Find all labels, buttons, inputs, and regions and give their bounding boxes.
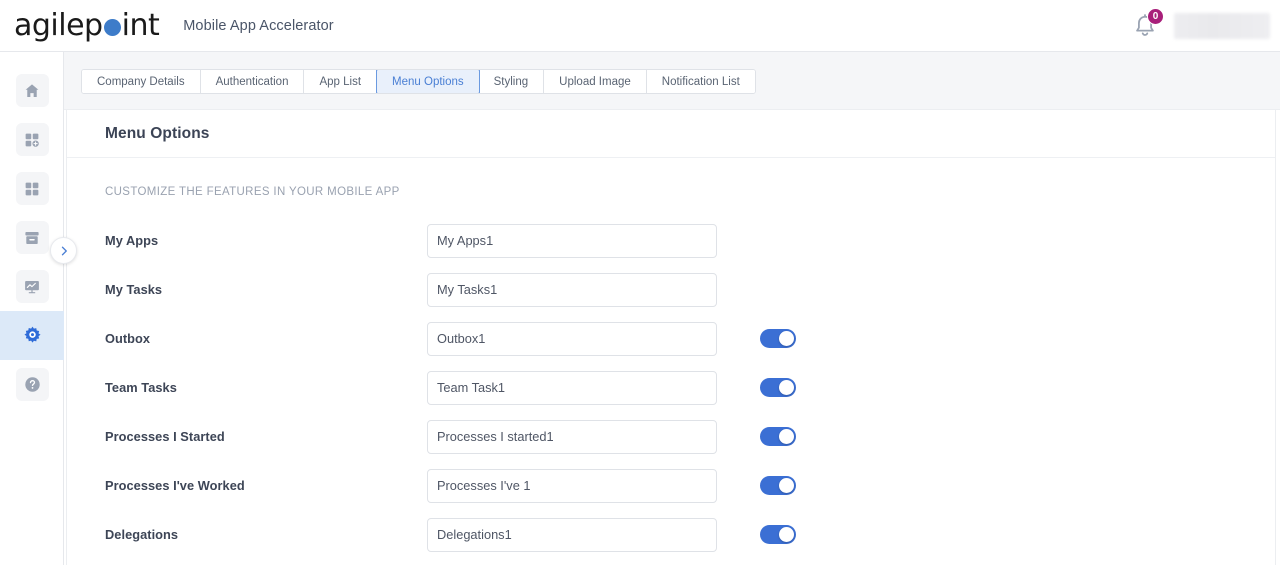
sidebar-expand-button[interactable]	[50, 237, 77, 264]
toggle-knob	[779, 478, 794, 493]
processes-i-started-toggle[interactable]	[760, 427, 796, 446]
processes-ive-worked-input[interactable]	[427, 468, 717, 503]
sidebar-item-help[interactable]	[0, 360, 64, 409]
processes-ive-worked-toggle[interactable]	[760, 476, 796, 495]
content-card: Menu Options CUSTOMIZE THE FEATURES IN Y…	[66, 110, 1276, 565]
archive-icon	[15, 221, 49, 254]
help-icon	[15, 368, 49, 401]
menu-option-row-processes-ive-worked: Processes I've Worked	[67, 461, 1275, 510]
section-caption: CUSTOMIZE THE FEATURES IN YOUR MOBILE AP…	[105, 186, 400, 198]
tab-company-details[interactable]: Company Details	[82, 70, 201, 93]
menu-options-list: My Apps My Tasks Outbox Team Tasks	[67, 198, 1275, 559]
toggle-slot	[760, 280, 806, 299]
sidebar-item-analytics[interactable]	[0, 262, 64, 311]
outbox-toggle[interactable]	[760, 329, 796, 348]
my-apps-input[interactable]	[427, 223, 717, 258]
row-label: My Apps	[105, 233, 159, 248]
row-label: Team Tasks	[105, 380, 177, 395]
card-header: Menu Options	[67, 110, 1275, 158]
sidebar-item-add-app[interactable]	[0, 115, 64, 164]
tab-menu-options[interactable]: Menu Options	[376, 70, 480, 93]
top-bar: agilep int Mobile App Accelerator 0	[0, 0, 1280, 52]
app-logo[interactable]: agilep int	[14, 7, 160, 43]
my-tasks-input[interactable]	[427, 272, 717, 307]
row-label: Delegations	[105, 527, 179, 542]
tab-styling[interactable]: Styling	[478, 70, 545, 93]
tab-authentication[interactable]: Authentication	[200, 70, 305, 93]
tab-app-list[interactable]: App List	[304, 70, 378, 93]
team-tasks-toggle[interactable]	[760, 378, 796, 397]
logo-text-part1: agilep	[14, 7, 103, 43]
toggle-slot	[760, 329, 806, 348]
menu-option-row-team-tasks: Team Tasks	[67, 363, 1275, 412]
apps-grid-icon	[15, 172, 49, 205]
tab-bar: Company Details Authentication App List …	[81, 69, 756, 94]
row-label: Processes I've Worked	[105, 478, 245, 493]
tab-notification-list[interactable]: Notification List	[646, 70, 755, 93]
team-tasks-input[interactable]	[427, 370, 717, 405]
home-icon	[15, 74, 49, 107]
row-label: Processes I Started	[105, 429, 225, 444]
chevron-right-icon	[61, 246, 67, 255]
logo-text-part2: int	[121, 7, 160, 43]
delegations-toggle[interactable]	[760, 525, 796, 544]
row-label: My Tasks	[105, 282, 163, 297]
sidebar-item-settings[interactable]	[0, 311, 64, 360]
app-title: Mobile App Accelerator	[183, 17, 334, 34]
toggle-slot	[760, 231, 806, 250]
toggle-slot	[760, 476, 806, 495]
notifications-button[interactable]: 0	[1128, 7, 1164, 43]
delegations-input[interactable]	[427, 517, 717, 552]
notification-count-badge: 0	[1147, 7, 1164, 25]
row-label: Outbox	[105, 331, 151, 346]
outbox-input[interactable]	[427, 321, 717, 356]
tab-upload-image[interactable]: Upload Image	[544, 70, 647, 93]
toggle-knob	[779, 527, 794, 542]
user-account-menu[interactable]	[1174, 12, 1270, 39]
analytics-icon	[15, 270, 49, 303]
toggle-slot	[760, 378, 806, 397]
processes-i-started-input[interactable]	[427, 419, 717, 454]
toggle-slot	[760, 427, 806, 446]
toggle-slot	[760, 525, 806, 544]
menu-option-row-my-tasks: My Tasks	[67, 265, 1275, 314]
logo-text: agilep int	[14, 7, 160, 43]
toggle-knob	[779, 429, 794, 444]
toggle-knob	[779, 331, 794, 346]
page-title: Menu Options	[105, 124, 210, 142]
sidebar-item-home[interactable]	[0, 66, 64, 115]
sidebar-item-apps[interactable]	[0, 164, 64, 213]
top-bar-right: 0	[1128, 7, 1270, 43]
logo-dot-icon	[103, 19, 121, 36]
left-sidebar	[0, 52, 64, 565]
menu-option-row-delegations: Delegations	[67, 510, 1275, 559]
menu-option-row-processes-i-started: Processes I Started	[67, 412, 1275, 461]
menu-option-row-outbox: Outbox	[67, 314, 1275, 363]
add-app-icon	[15, 123, 49, 156]
gear-icon	[16, 319, 49, 352]
menu-option-row-my-apps: My Apps	[67, 216, 1275, 265]
toggle-knob	[779, 380, 794, 395]
